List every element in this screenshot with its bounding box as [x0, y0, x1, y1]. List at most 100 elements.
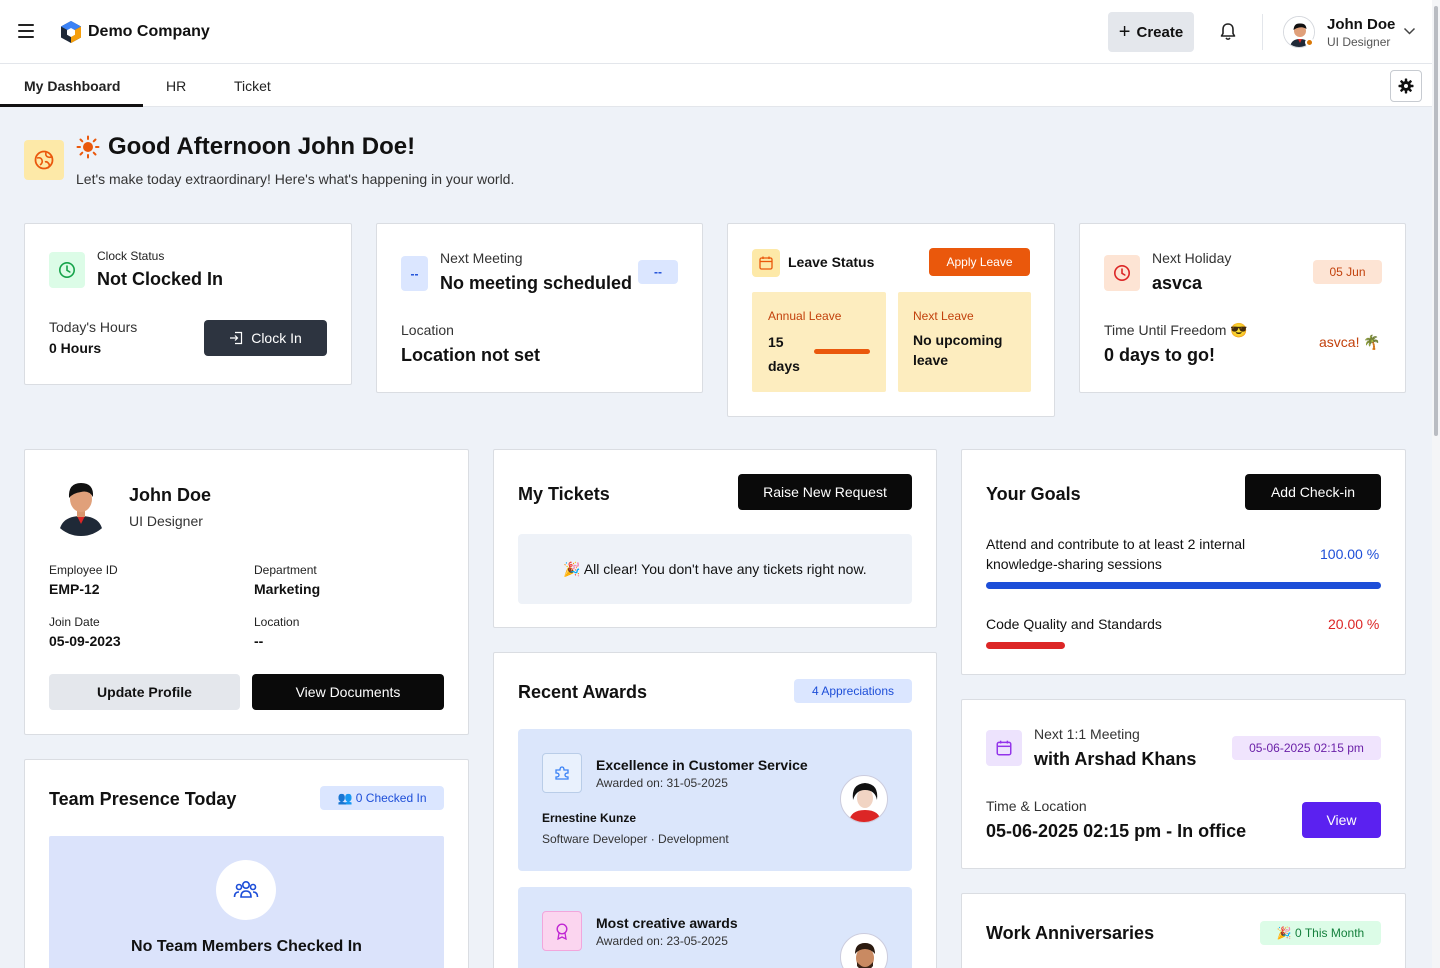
checked-in-badge: 👥 0 Checked In — [320, 786, 444, 810]
work-anniversaries-title: Work Anniversaries — [986, 923, 1155, 943]
clock-status-value: Not Clocked In — [97, 269, 224, 289]
tickets-empty-state: 🎉 All clear! You don't have any tickets … — [518, 534, 912, 604]
status-dot — [1305, 38, 1314, 47]
holiday-tag: asvca! 🌴 — [1319, 334, 1381, 351]
calendar-icon — [986, 730, 1022, 766]
plus-icon: + — [1118, 21, 1131, 43]
next-holiday-label: Next Holiday — [1152, 250, 1232, 266]
next-meeting-label: Next Meeting — [440, 250, 523, 266]
annual-leave-bar — [814, 349, 870, 354]
award-item[interactable]: Excellence in Customer Service Awarded o… — [518, 729, 912, 871]
goal-percent: 20.00 % — [1328, 616, 1380, 632]
your-goals-card: Your Goals Add Check-in Attend and contr… — [961, 449, 1406, 675]
tab-ticket[interactable]: Ticket — [234, 78, 271, 94]
user-name[interactable]: John Doe — [1327, 16, 1395, 33]
header-divider — [1262, 14, 1263, 50]
puzzle-icon — [542, 753, 582, 793]
location-value: -- — [254, 633, 264, 649]
meeting-badge: -- — [638, 260, 678, 284]
company-name[interactable]: Demo Company — [88, 23, 210, 41]
annual-leave-tile: Annual Leave 15 days — [752, 292, 886, 392]
greeting-title: Good Afternoon John Doe! — [108, 133, 416, 160]
your-goals-title: Your Goals — [986, 484, 1081, 504]
scrollbar-thumb[interactable] — [1434, 6, 1438, 436]
greeting-badge-icon — [24, 140, 64, 180]
clock-status-label: Clock Status — [97, 249, 165, 263]
award-date: Awarded on: 31-05-2025 — [596, 776, 728, 790]
apply-leave-button[interactable]: Apply Leave — [929, 248, 1030, 276]
company-logo-icon — [61, 21, 81, 43]
login-icon — [230, 331, 243, 345]
create-label: Create — [1136, 23, 1184, 41]
time-location-label: Time & Location — [986, 798, 1087, 814]
clock-status-card: Clock Status Not Clocked In Today's Hour… — [24, 223, 352, 385]
next-leave-label: Next Leave — [913, 309, 974, 323]
recent-awards-card: Recent Awards 4 Appreciations Excellence… — [493, 652, 937, 968]
next-meeting-card: -- Next Meeting No meeting scheduled -- … — [376, 223, 703, 393]
award-recipient-meta: Software Developer · Development — [542, 832, 729, 846]
view-documents-button[interactable]: View Documents — [252, 674, 444, 710]
time-location-value: 05-06-2025 02:15 pm - In office — [986, 821, 1247, 841]
team-presence-title: Team Presence Today — [49, 789, 237, 809]
profile-card: John Doe UI Designer Employee ID EMP-12 … — [24, 449, 469, 735]
one-on-one-date-badge: 05-06-2025 02:15 pm — [1232, 736, 1381, 760]
department-value: Marketing — [254, 581, 321, 597]
todays-hours-value: 0 Hours — [49, 340, 102, 356]
update-profile-button[interactable]: Update Profile — [49, 674, 240, 710]
users-icon — [216, 860, 276, 920]
holiday-tag-text: asvca! — [1319, 334, 1360, 350]
my-tickets-title: My Tickets — [518, 484, 610, 504]
time-until-label: Time Until Freedom 😎 — [1104, 322, 1248, 339]
goal-percent: 100.00 % — [1320, 546, 1380, 562]
goal-progress-fill — [986, 582, 1381, 589]
clock-in-button[interactable]: Clock In — [204, 320, 327, 356]
next-leave-value: No upcoming leave — [913, 332, 1003, 368]
award-recipient-avatar — [840, 775, 888, 823]
top-bar: Demo Company + Create John Doe UI Design… — [0, 0, 1432, 64]
profile-role: UI Designer — [129, 513, 203, 529]
time-until-text: Time Until Freedom — [1104, 322, 1227, 338]
award-recipient-avatar — [840, 933, 888, 968]
team-empty-panel: No Team Members Checked In — [49, 836, 444, 968]
join-date-value: 05-09-2023 — [49, 633, 121, 649]
user-role: UI Designer — [1327, 35, 1391, 49]
view-meeting-button[interactable]: View — [1302, 802, 1381, 838]
menu-icon[interactable] — [18, 24, 34, 38]
team-presence-card: Team Presence Today 👥 0 Checked In No Te… — [24, 759, 469, 968]
tab-hr[interactable]: HR — [166, 78, 186, 94]
next-leave-tile: Next Leave No upcoming leave — [898, 292, 1031, 392]
create-button[interactable]: + Create — [1108, 12, 1194, 52]
leave-status-title: Leave Status — [788, 254, 875, 270]
calendar-icon — [752, 249, 780, 277]
greeting-subtitle: Let's make today extraordinary! Here's w… — [76, 171, 515, 187]
award-title: Excellence in Customer Service — [596, 757, 808, 773]
clock-icon — [49, 252, 85, 288]
sun-icon — [76, 135, 100, 159]
award-item[interactable]: Most creative awards Awarded on: 23-05-2… — [518, 887, 912, 968]
gear-icon — [1398, 78, 1414, 94]
raise-new-request-button[interactable]: Raise New Request — [738, 474, 912, 510]
annual-leave-label: Annual Leave — [768, 309, 842, 323]
add-check-in-button[interactable]: Add Check-in — [1245, 474, 1381, 510]
meeting-icon: -- — [401, 256, 428, 291]
todays-hours-label: Today's Hours — [49, 319, 138, 335]
profile-name: John Doe — [129, 485, 212, 505]
holiday-date-badge: 05 Jun — [1313, 260, 1382, 284]
bell-icon[interactable] — [1218, 22, 1238, 42]
tab-my-dashboard[interactable]: My Dashboard — [24, 78, 120, 94]
leave-status-card: Leave Status Apply Leave Annual Leave 15… — [727, 223, 1055, 417]
location-value: Location not set — [401, 345, 540, 365]
award-date: Awarded on: 23-05-2025 — [596, 934, 728, 948]
chevron-down-icon[interactable] — [1403, 26, 1416, 36]
clock-in-label: Clock In — [251, 330, 302, 346]
tab-bar: My Dashboard HR Ticket — [0, 64, 1432, 107]
location-label: Location — [254, 615, 300, 629]
award-title: Most creative awards — [596, 915, 738, 931]
sunglasses-icon: 😎 — [1230, 322, 1248, 338]
profile-avatar — [49, 472, 113, 536]
settings-button[interactable] — [1390, 70, 1422, 102]
this-month-badge: 🎉 0 This Month — [1260, 921, 1381, 945]
annual-leave-value: 15 days — [768, 334, 800, 374]
palm-tree-icon: 🌴 — [1363, 334, 1381, 350]
one-on-one-label: Next 1:1 Meeting — [1034, 726, 1140, 742]
